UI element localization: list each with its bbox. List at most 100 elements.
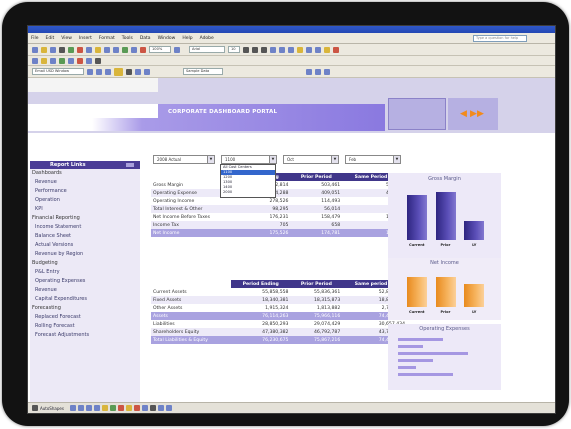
toolbar2-icon-7[interactable] — [86, 57, 92, 64]
wordart-icon[interactable] — [109, 405, 116, 411]
cut-icon[interactable] — [77, 46, 83, 53]
dash-style-icon[interactable] — [157, 405, 164, 411]
sort-icon[interactable] — [131, 46, 137, 53]
help-search-input[interactable]: Type a question for help — [473, 35, 527, 42]
font-color-icon[interactable] — [333, 46, 339, 53]
menu-item[interactable]: Adobe — [200, 36, 214, 41]
clipart-icon[interactable] — [117, 405, 124, 411]
oval-icon[interactable] — [93, 405, 100, 411]
borders-icon[interactable] — [315, 46, 321, 53]
underline-icon[interactable] — [261, 46, 267, 53]
print-icon[interactable] — [59, 46, 65, 53]
open-icon[interactable] — [41, 46, 47, 53]
chevron-down-icon[interactable]: ▼ — [269, 156, 276, 163]
sidebar-link[interactable]: Forecast Adjustments — [30, 331, 140, 340]
menu-item[interactable]: Window — [158, 36, 176, 41]
sidebar-section[interactable]: Dashboards — [30, 169, 140, 178]
save-icon[interactable] — [50, 46, 56, 53]
menu-item[interactable]: Insert — [79, 36, 92, 41]
new-icon[interactable] — [32, 46, 38, 53]
formula-input[interactable]: Sample Data — [183, 68, 223, 75]
arrow-icon[interactable] — [77, 405, 84, 411]
toolbar2-icon-5[interactable] — [68, 57, 74, 64]
copy-icon[interactable] — [86, 46, 92, 53]
chevron-down-icon[interactable]: ▼ — [207, 156, 214, 163]
line-style-icon[interactable] — [149, 405, 156, 411]
sidebar-link[interactable]: Rolling Forecast — [30, 322, 140, 331]
shadow-icon[interactable] — [165, 405, 172, 411]
toolbar3-icon-6[interactable] — [144, 68, 150, 75]
sidebar-link[interactable]: Replaced Forecast — [30, 313, 140, 322]
toolbar3-icon-9[interactable] — [324, 68, 330, 75]
menu-item[interactable]: View — [61, 36, 72, 41]
toolbar3-icon-8[interactable] — [315, 68, 321, 75]
menu-item[interactable]: Edit — [46, 36, 55, 41]
menu-item[interactable]: File — [31, 36, 39, 41]
scenario-dropdown[interactable]: 2008 Actual ▼ — [153, 155, 215, 164]
spellcheck-icon[interactable] — [68, 46, 74, 53]
toolbar3-icon-5[interactable] — [135, 68, 141, 75]
undo-icon[interactable] — [104, 46, 110, 53]
currency-icon[interactable] — [297, 46, 303, 53]
sidebar-link[interactable]: KPI — [30, 205, 140, 214]
sidebar-link[interactable]: Revenue by Region — [30, 250, 140, 259]
chart-icon[interactable] — [140, 46, 146, 53]
chevron-down-icon[interactable]: ▼ — [393, 156, 400, 163]
toolbar2-icon-3[interactable] — [50, 57, 56, 64]
sidebar-link[interactable]: Income Statement — [30, 223, 140, 232]
bold-icon[interactable] — [243, 46, 249, 53]
chevron-down-icon[interactable]: ▼ — [331, 156, 338, 163]
fill-icon[interactable] — [125, 405, 132, 411]
sidebar-section[interactable]: Budgeting — [30, 259, 140, 268]
sidebar-link[interactable]: P&L Entry — [30, 268, 140, 277]
autoshapes-menu[interactable]: AutoShapes — [40, 406, 64, 411]
entity-dropdown[interactable]: 1100 ▼ — [221, 155, 277, 164]
sidebar-link[interactable]: Operation — [30, 196, 140, 205]
align-center-icon[interactable] — [279, 46, 285, 53]
collapse-toggle-icon[interactable] — [126, 163, 134, 167]
sidebar-section[interactable]: Forecasting — [30, 304, 140, 313]
name-box[interactable]: Email USD Window — [32, 68, 84, 75]
sidebar-section[interactable]: Financial Reporting — [30, 214, 140, 223]
refresh-icon[interactable] — [114, 67, 123, 76]
month-dropdown[interactable]: Feb ▼ — [345, 155, 401, 164]
toolbar3-icon-2[interactable] — [96, 68, 102, 75]
font-color-drawing-icon[interactable] — [141, 405, 148, 411]
menu-item[interactable]: Tools — [122, 36, 133, 41]
toolbar2-icon-4[interactable] — [59, 57, 65, 64]
sidebar-link[interactable]: Capital Expenditures — [30, 295, 140, 304]
align-left-icon[interactable] — [270, 46, 276, 53]
zoom-select[interactable]: 100% — [149, 46, 171, 53]
paste-icon[interactable] — [95, 46, 101, 53]
menu-item[interactable]: Format — [99, 36, 115, 41]
sidebar-link[interactable]: Operating Expenses — [30, 277, 140, 286]
sidebar-link[interactable]: Revenue — [30, 286, 140, 295]
percent-icon[interactable] — [306, 46, 312, 53]
toolbar3-icon-4[interactable] — [126, 68, 132, 75]
dropdown-option[interactable]: 2000 — [221, 190, 275, 195]
font-select[interactable]: Arial — [189, 46, 225, 53]
toolbar2-icon-1[interactable] — [32, 57, 38, 64]
toolbar2-icon-6[interactable] — [77, 57, 83, 64]
toolbar3-icon-3[interactable] — [105, 68, 111, 75]
align-right-icon[interactable] — [288, 46, 294, 53]
menu-item[interactable]: Help — [182, 36, 192, 41]
font-size-select[interactable]: 10 — [228, 46, 240, 53]
line-icon[interactable] — [69, 405, 76, 411]
draw-icon[interactable] — [32, 405, 38, 411]
redo-icon[interactable] — [113, 46, 119, 53]
nav-arrows-icon[interactable]: ◀ ▶▶ — [460, 109, 484, 119]
sidebar-link[interactable]: Actual Versions — [30, 241, 140, 250]
help-icon[interactable] — [174, 46, 180, 53]
sidebar-link[interactable]: Balance Sheet — [30, 232, 140, 241]
toolbar2-icon-8[interactable] — [95, 57, 101, 64]
italic-icon[interactable] — [252, 46, 258, 53]
toolbar3-icon-1[interactable] — [87, 68, 93, 75]
sum-icon[interactable] — [122, 46, 128, 53]
rectangle-icon[interactable] — [85, 405, 92, 411]
line-color-icon[interactable] — [133, 405, 140, 411]
menu-item[interactable]: Data — [140, 36, 151, 41]
period-dropdown[interactable]: Oct ▼ — [283, 155, 339, 164]
fill-color-icon[interactable] — [324, 46, 330, 53]
toolbar2-icon-2[interactable] — [41, 57, 47, 64]
